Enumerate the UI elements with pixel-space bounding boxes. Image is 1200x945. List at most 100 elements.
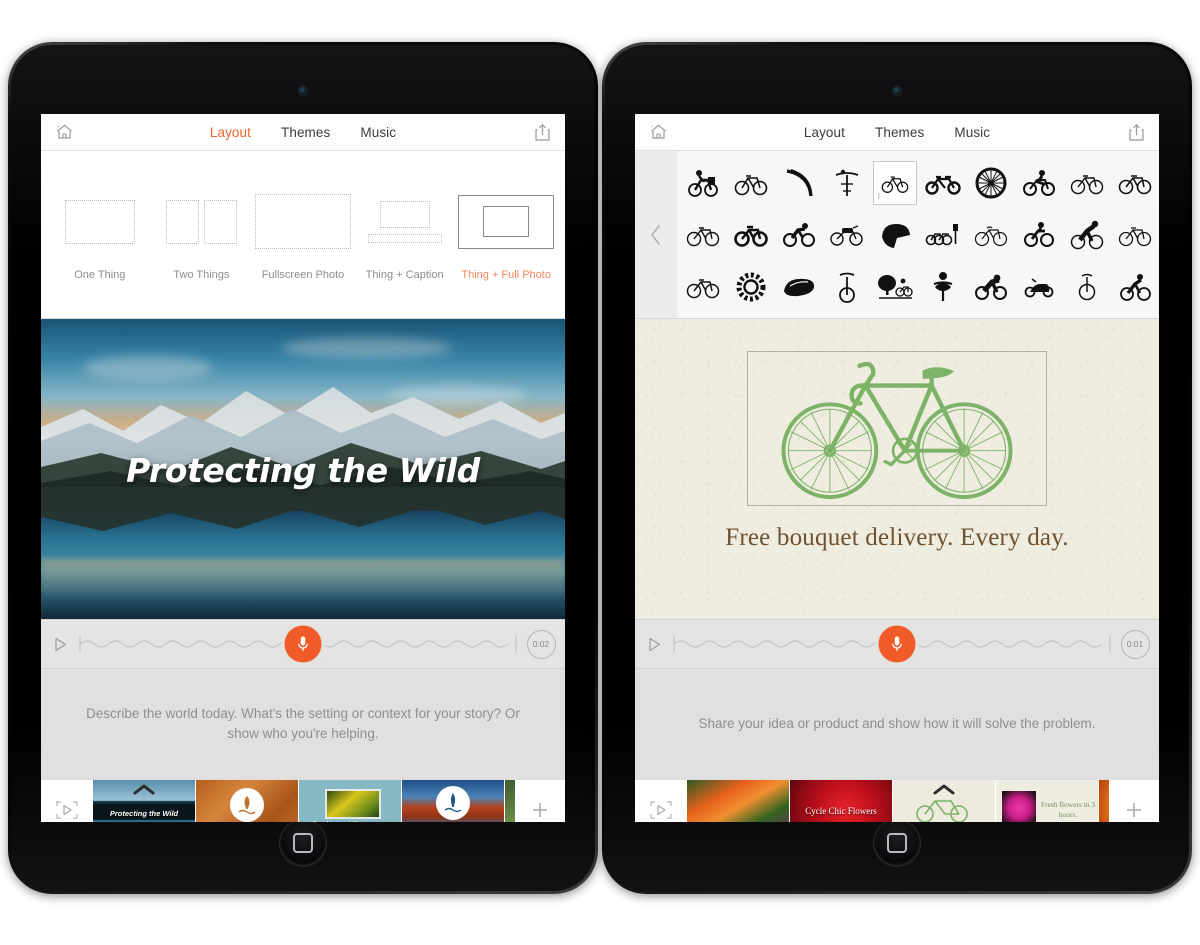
layout-option-two-things[interactable]: Two Things [153,189,249,281]
tab-layout[interactable]: Layout [804,125,845,140]
mountain-bike-icon[interactable] [729,213,773,257]
share-icon[interactable] [519,123,565,142]
layout-option-label: One Thing [74,268,126,281]
bicycle-icon[interactable] [681,265,725,309]
plus-icon[interactable] [1109,780,1159,822]
layout-option-one-thing[interactable]: One Thing [52,189,148,281]
home-button[interactable] [874,820,920,866]
bicycle-icon[interactable] [729,161,773,205]
layout-picker: One Thing Two Things Fullscreen Photo Th… [41,151,565,319]
front-camera [299,87,307,95]
recording-duration: 0:02 [517,629,565,659]
bicycle-outline-icon[interactable] [1065,161,1109,205]
park-cycling-icon[interactable] [873,265,917,309]
microphone-icon[interactable] [878,625,916,663]
tab-themes[interactable]: Themes [281,125,330,140]
slide-caption[interactable]: Free bouquet delivery. Every day. [635,524,1159,552]
recorder-bar-left: 0:02 [41,619,565,669]
tab-music[interactable]: Music [954,125,990,140]
front-camera [893,87,901,95]
info-badge: i [878,191,880,201]
list-item[interactable]: 1 [687,780,790,822]
home-icon[interactable] [41,123,87,141]
list-item[interactable]: Our Natural Resources 3 [299,780,402,822]
scooter-icon[interactable] [1017,265,1061,309]
cyclist-sprint-icon[interactable] [1065,213,1109,257]
bicycle-boxed-icon[interactable]: i [873,160,917,205]
unicycle-icon[interactable] [825,265,869,309]
list-item[interactable]: Cycle Chic Flowers 2 [790,780,893,822]
icon-grid: i [677,151,1159,318]
fender-curve-icon[interactable] [777,161,821,205]
list-item[interactable]: Free bouquet delivery. Every day. 3 [893,780,996,822]
filmstrip-left: Protecting the Wild 1 2 Our Natural Reso… [41,779,565,822]
cyclist-racing-icon[interactable] [777,213,821,257]
slide-paper: Free bouquet delivery. Every day. [635,319,1159,619]
thumb-caption: Our Natural Resources [299,819,401,822]
handlebars-icon[interactable] [825,161,869,205]
present-icon[interactable] [41,780,93,822]
icon-row [681,211,1159,259]
cyclist-with-child-icon[interactable] [681,161,725,205]
icon-picker: i [635,151,1159,319]
tab-music[interactable]: Music [360,125,396,140]
prompt-text: Share your idea or product and show how … [698,716,1096,732]
play-icon[interactable] [41,637,79,652]
cyclist-bmx-icon[interactable] [969,265,1013,309]
bike-rack-icon[interactable] [921,213,965,257]
home-icon[interactable] [635,123,681,141]
thumb-caption: Fresh flowers in 3 hours. [1040,799,1096,819]
ipad-device-left: Layout Themes Music One Thing Two Things… [8,42,598,894]
slide-title[interactable]: Protecting the Wild [41,451,565,490]
plus-icon[interactable] [515,780,565,822]
list-item[interactable]: Protecting the Wild 1 [93,780,196,822]
chevron-up-icon [132,782,156,800]
list-item[interactable]: 5 [505,780,515,822]
duration-badge: 0:01 [1120,629,1150,659]
tab-layout[interactable]: Layout [210,125,251,140]
list-item[interactable]: Fresh flowers in 3 hours. 4 [996,780,1099,822]
list-item[interactable]: 5 [1099,780,1109,822]
cyclist-commuter-icon[interactable] [1113,265,1157,309]
aero-helmet-icon[interactable] [777,265,821,309]
layout-option-thing-full-photo[interactable]: Thing + Full Photo [458,189,555,281]
layout-option-label: Thing + Full Photo [461,268,551,281]
chainring-icon[interactable] [729,265,773,309]
cyclist-riding-icon[interactable] [1017,213,1061,257]
thumb-caption: Protecting the Wild [109,809,179,818]
layout-option-label: Thing + Caption [365,268,444,281]
list-item[interactable]: 2 [196,780,299,822]
helmet-icon[interactable] [873,213,917,257]
layout-option-label: Two Things [173,268,230,281]
slide-canvas-left[interactable]: Protecting the Wild [41,319,565,619]
recorder-bar-right: 0:01 [635,619,1159,669]
slide-canvas-right[interactable]: Free bouquet delivery. Every day. [635,319,1159,619]
layout-option-fullscreen-photo[interactable]: Fullscreen Photo [254,189,351,281]
cyclist-front-icon[interactable] [921,265,965,309]
filmstrip-right: 1 Cycle Chic Flowers 2 Free bouquet deli [635,779,1159,822]
bicycle-outline-icon[interactable] [681,213,725,257]
tab-themes[interactable]: Themes [875,125,924,140]
present-icon[interactable] [635,780,687,822]
bicycle-thin-icon[interactable] [1113,213,1157,257]
chevron-up-icon [932,782,956,800]
cyclist-icon[interactable] [1017,161,1061,205]
tandem-bicycle-icon[interactable] [921,161,965,205]
bicycle-side-icon[interactable] [1113,161,1157,205]
motorbike-icon[interactable] [825,213,869,257]
prompt-area-right: Share your idea or product and show how … [635,669,1159,779]
layout-option-thing-caption[interactable]: Thing + Caption [357,189,453,281]
list-item[interactable]: 4 [402,780,505,822]
road-bike-icon[interactable] [969,213,1013,257]
play-icon[interactable] [635,637,673,652]
ipad-device-right: Layout Themes Music i Free bouquet deliv… [602,42,1192,894]
bicycle-wheel-icon[interactable] [969,161,1013,205]
bicycle-illustration[interactable] [747,351,1047,506]
filmstrip-items-left: Protecting the Wild 1 2 Our Natural Reso… [93,780,515,822]
toolbar-right: Layout Themes Music [635,114,1159,151]
penny-farthing-icon[interactable] [1065,265,1109,309]
microphone-icon[interactable] [284,625,322,663]
share-icon[interactable] [1113,123,1159,142]
chevron-left-icon[interactable] [635,151,677,318]
home-button[interactable] [280,820,326,866]
